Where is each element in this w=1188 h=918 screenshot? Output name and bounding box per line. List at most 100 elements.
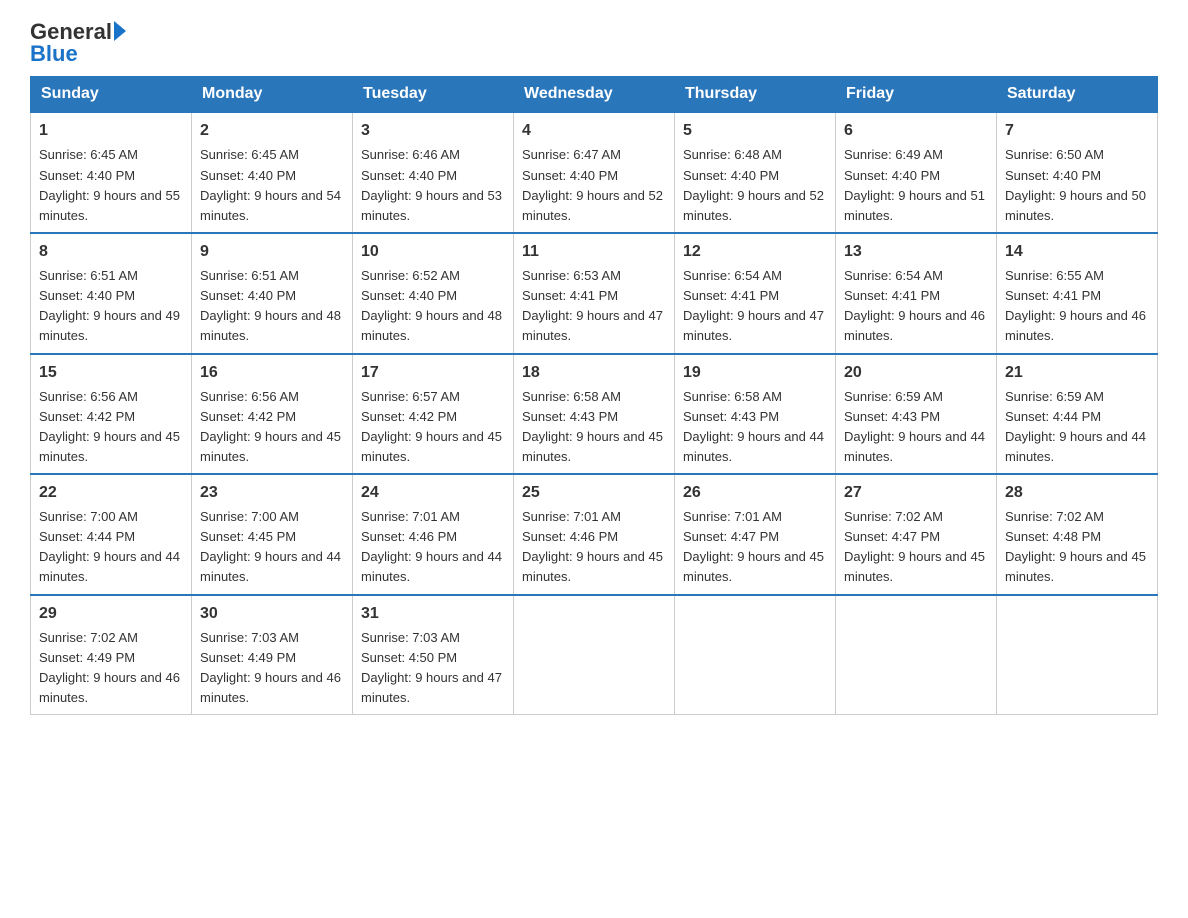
day-number: 5 [683, 119, 827, 143]
logo-blue: Blue [30, 42, 78, 66]
calendar-cell: 21Sunrise: 6:59 AMSunset: 4:44 PMDayligh… [997, 354, 1158, 475]
day-number: 15 [39, 361, 183, 385]
day-info: Sunrise: 7:00 AMSunset: 4:44 PMDaylight:… [39, 507, 183, 588]
weekday-header-tuesday: Tuesday [353, 77, 514, 113]
day-info: Sunrise: 7:01 AMSunset: 4:46 PMDaylight:… [361, 507, 505, 588]
logo: General Blue [30, 20, 126, 66]
calendar-cell [675, 595, 836, 715]
day-number: 16 [200, 361, 344, 385]
calendar-cell: 4Sunrise: 6:47 AMSunset: 4:40 PMDaylight… [514, 112, 675, 233]
calendar-table: SundayMondayTuesdayWednesdayThursdayFrid… [30, 76, 1158, 715]
weekday-header-friday: Friday [836, 77, 997, 113]
day-number: 14 [1005, 240, 1149, 264]
calendar-week-row: 15Sunrise: 6:56 AMSunset: 4:42 PMDayligh… [31, 354, 1158, 475]
day-info: Sunrise: 6:56 AMSunset: 4:42 PMDaylight:… [200, 387, 344, 468]
day-number: 7 [1005, 119, 1149, 143]
day-info: Sunrise: 6:59 AMSunset: 4:44 PMDaylight:… [1005, 387, 1149, 468]
calendar-cell: 12Sunrise: 6:54 AMSunset: 4:41 PMDayligh… [675, 233, 836, 354]
calendar-cell: 26Sunrise: 7:01 AMSunset: 4:47 PMDayligh… [675, 474, 836, 595]
day-info: Sunrise: 6:47 AMSunset: 4:40 PMDaylight:… [522, 145, 666, 226]
day-number: 31 [361, 602, 505, 626]
day-number: 17 [361, 361, 505, 385]
calendar-cell: 14Sunrise: 6:55 AMSunset: 4:41 PMDayligh… [997, 233, 1158, 354]
day-info: Sunrise: 6:50 AMSunset: 4:40 PMDaylight:… [1005, 145, 1149, 226]
calendar-cell: 15Sunrise: 6:56 AMSunset: 4:42 PMDayligh… [31, 354, 192, 475]
day-number: 2 [200, 119, 344, 143]
day-info: Sunrise: 6:51 AMSunset: 4:40 PMDaylight:… [39, 266, 183, 347]
calendar-cell: 18Sunrise: 6:58 AMSunset: 4:43 PMDayligh… [514, 354, 675, 475]
calendar-cell: 13Sunrise: 6:54 AMSunset: 4:41 PMDayligh… [836, 233, 997, 354]
calendar-cell: 24Sunrise: 7:01 AMSunset: 4:46 PMDayligh… [353, 474, 514, 595]
day-info: Sunrise: 6:54 AMSunset: 4:41 PMDaylight:… [844, 266, 988, 347]
weekday-header-wednesday: Wednesday [514, 77, 675, 113]
day-number: 24 [361, 481, 505, 505]
day-info: Sunrise: 7:02 AMSunset: 4:47 PMDaylight:… [844, 507, 988, 588]
calendar-cell: 27Sunrise: 7:02 AMSunset: 4:47 PMDayligh… [836, 474, 997, 595]
day-number: 22 [39, 481, 183, 505]
day-info: Sunrise: 6:53 AMSunset: 4:41 PMDaylight:… [522, 266, 666, 347]
day-info: Sunrise: 6:59 AMSunset: 4:43 PMDaylight:… [844, 387, 988, 468]
calendar-cell: 20Sunrise: 6:59 AMSunset: 4:43 PMDayligh… [836, 354, 997, 475]
calendar-cell: 3Sunrise: 6:46 AMSunset: 4:40 PMDaylight… [353, 112, 514, 233]
day-number: 29 [39, 602, 183, 626]
day-number: 20 [844, 361, 988, 385]
calendar-cell: 11Sunrise: 6:53 AMSunset: 4:41 PMDayligh… [514, 233, 675, 354]
calendar-cell: 31Sunrise: 7:03 AMSunset: 4:50 PMDayligh… [353, 595, 514, 715]
day-info: Sunrise: 6:58 AMSunset: 4:43 PMDaylight:… [683, 387, 827, 468]
day-number: 21 [1005, 361, 1149, 385]
calendar-header: SundayMondayTuesdayWednesdayThursdayFrid… [31, 77, 1158, 113]
day-info: Sunrise: 6:45 AMSunset: 4:40 PMDaylight:… [200, 145, 344, 226]
day-number: 9 [200, 240, 344, 264]
day-number: 11 [522, 240, 666, 264]
calendar-cell: 25Sunrise: 7:01 AMSunset: 4:46 PMDayligh… [514, 474, 675, 595]
calendar-cell: 23Sunrise: 7:00 AMSunset: 4:45 PMDayligh… [192, 474, 353, 595]
calendar-cell: 2Sunrise: 6:45 AMSunset: 4:40 PMDaylight… [192, 112, 353, 233]
calendar-cell: 28Sunrise: 7:02 AMSunset: 4:48 PMDayligh… [997, 474, 1158, 595]
day-number: 30 [200, 602, 344, 626]
calendar-cell: 30Sunrise: 7:03 AMSunset: 4:49 PMDayligh… [192, 595, 353, 715]
day-info: Sunrise: 7:01 AMSunset: 4:47 PMDaylight:… [683, 507, 827, 588]
day-info: Sunrise: 6:48 AMSunset: 4:40 PMDaylight:… [683, 145, 827, 226]
weekday-header-sunday: Sunday [31, 77, 192, 113]
day-info: Sunrise: 6:51 AMSunset: 4:40 PMDaylight:… [200, 266, 344, 347]
day-number: 13 [844, 240, 988, 264]
day-number: 12 [683, 240, 827, 264]
calendar-cell: 7Sunrise: 6:50 AMSunset: 4:40 PMDaylight… [997, 112, 1158, 233]
day-info: Sunrise: 7:03 AMSunset: 4:49 PMDaylight:… [200, 628, 344, 709]
calendar-cell [836, 595, 997, 715]
day-info: Sunrise: 6:57 AMSunset: 4:42 PMDaylight:… [361, 387, 505, 468]
logo-arrow-icon [114, 21, 126, 41]
day-number: 25 [522, 481, 666, 505]
weekday-header-monday: Monday [192, 77, 353, 113]
day-number: 3 [361, 119, 505, 143]
day-info: Sunrise: 6:54 AMSunset: 4:41 PMDaylight:… [683, 266, 827, 347]
day-info: Sunrise: 7:03 AMSunset: 4:50 PMDaylight:… [361, 628, 505, 709]
day-number: 26 [683, 481, 827, 505]
weekday-header-saturday: Saturday [997, 77, 1158, 113]
day-info: Sunrise: 6:58 AMSunset: 4:43 PMDaylight:… [522, 387, 666, 468]
day-number: 28 [1005, 481, 1149, 505]
day-info: Sunrise: 6:46 AMSunset: 4:40 PMDaylight:… [361, 145, 505, 226]
calendar-cell: 6Sunrise: 6:49 AMSunset: 4:40 PMDaylight… [836, 112, 997, 233]
calendar-cell [997, 595, 1158, 715]
weekday-header-thursday: Thursday [675, 77, 836, 113]
calendar-cell: 10Sunrise: 6:52 AMSunset: 4:40 PMDayligh… [353, 233, 514, 354]
day-number: 10 [361, 240, 505, 264]
day-info: Sunrise: 7:02 AMSunset: 4:48 PMDaylight:… [1005, 507, 1149, 588]
calendar-cell: 29Sunrise: 7:02 AMSunset: 4:49 PMDayligh… [31, 595, 192, 715]
day-number: 27 [844, 481, 988, 505]
calendar-cell: 16Sunrise: 6:56 AMSunset: 4:42 PMDayligh… [192, 354, 353, 475]
day-info: Sunrise: 6:45 AMSunset: 4:40 PMDaylight:… [39, 145, 183, 226]
weekday-header-row: SundayMondayTuesdayWednesdayThursdayFrid… [31, 77, 1158, 113]
day-info: Sunrise: 6:56 AMSunset: 4:42 PMDaylight:… [39, 387, 183, 468]
day-number: 1 [39, 119, 183, 143]
day-info: Sunrise: 6:49 AMSunset: 4:40 PMDaylight:… [844, 145, 988, 226]
calendar-cell: 19Sunrise: 6:58 AMSunset: 4:43 PMDayligh… [675, 354, 836, 475]
day-info: Sunrise: 7:00 AMSunset: 4:45 PMDaylight:… [200, 507, 344, 588]
day-info: Sunrise: 7:01 AMSunset: 4:46 PMDaylight:… [522, 507, 666, 588]
calendar-week-row: 29Sunrise: 7:02 AMSunset: 4:49 PMDayligh… [31, 595, 1158, 715]
day-number: 8 [39, 240, 183, 264]
day-number: 18 [522, 361, 666, 385]
calendar-cell: 5Sunrise: 6:48 AMSunset: 4:40 PMDaylight… [675, 112, 836, 233]
day-number: 19 [683, 361, 827, 385]
